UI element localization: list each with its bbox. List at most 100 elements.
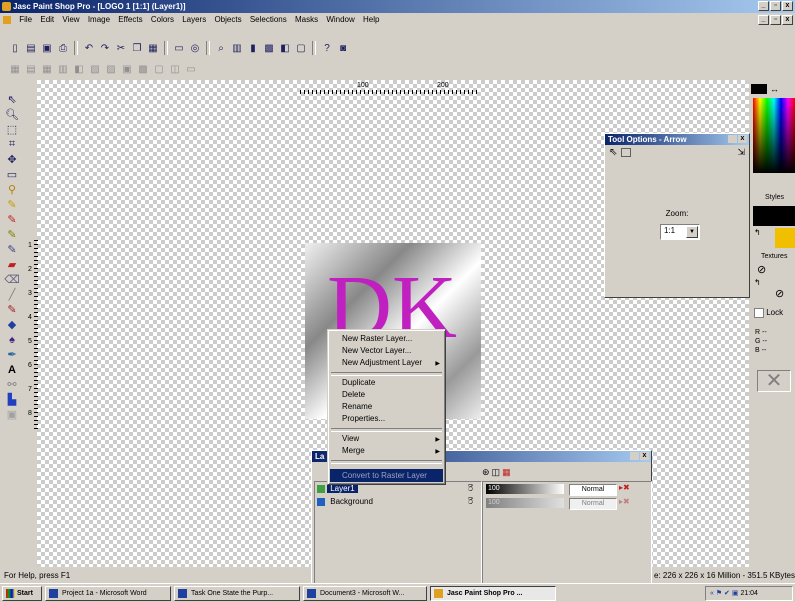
menu-objects[interactable]: Objects (211, 13, 244, 26)
close-button[interactable]: x (782, 1, 793, 11)
visibility-icon[interactable]: රි (468, 497, 473, 507)
object-selector-icon[interactable]: ⚯ (4, 377, 20, 392)
script-tool-icon[interactable]: ▣ (4, 407, 20, 422)
visibility-icon[interactable]: රි (468, 484, 473, 494)
palette-collapse-icon[interactable]: ⇲ (737, 147, 745, 158)
opacity-slider[interactable]: 100 (486, 498, 564, 508)
menu-item-new-vector-layer[interactable]: New Vector Layer... (342, 345, 411, 357)
restore-button[interactable]: ▫ (770, 1, 781, 11)
menu-edit[interactable]: Edit (37, 13, 57, 26)
menu-colors[interactable]: Colors (148, 13, 177, 26)
minimize-button[interactable]: _ (758, 1, 769, 11)
dropper-tool-icon[interactable]: ⚲ (4, 182, 20, 197)
text-tool-icon[interactable]: A (4, 362, 20, 377)
menu-masks[interactable]: Masks (292, 13, 321, 26)
help-icon[interactable]: ? (320, 41, 334, 55)
shape-selection-icon[interactable]: ▭ (4, 167, 20, 182)
foreground-swatch[interactable] (751, 84, 767, 94)
paste-icon[interactable]: ▦ (146, 41, 160, 55)
mask-link-icon[interactable]: ▸✖ (619, 497, 630, 506)
arrow-tool-icon[interactable]: ⇖ (4, 92, 20, 107)
flood-fill-icon[interactable]: ◆ (4, 317, 20, 332)
picture-tube-icon[interactable]: ╱ (4, 287, 20, 302)
palette-pin-button[interactable] (728, 135, 737, 143)
toolbar-icon[interactable]: ▭ (184, 63, 198, 77)
tool-options-titlebar[interactable]: Tool Options - Arrow x (605, 134, 749, 145)
preset-shape-icon[interactable]: ♠ (4, 332, 20, 347)
copy-icon[interactable]: ❐ (130, 41, 144, 55)
menu-item-convert-to-raster-layer[interactable]: Convert to Raster Layer (330, 469, 443, 482)
move-tool-icon[interactable]: ✥ (4, 152, 20, 167)
cut-icon[interactable]: ✂ (114, 41, 128, 55)
menu-effects[interactable]: Effects (115, 13, 145, 26)
color-swap-icon[interactable]: ▙ (4, 392, 20, 407)
toolbar-icon[interactable]: ▧ (88, 63, 102, 77)
taskbar-item-word-project[interactable]: Project 1a - Microsoft Word (45, 586, 171, 601)
taskbar-item-document3[interactable]: Document3 - Microsoft W... (303, 586, 427, 601)
zoom-select[interactable]: 1:1 ▼ (660, 224, 700, 240)
menu-item-new-adjustment-layer[interactable]: New Adjustment Layer ▶ (328, 357, 445, 369)
print-icon[interactable]: ⎙ (56, 41, 70, 55)
toolbar-icon[interactable]: ◫ (168, 63, 182, 77)
options-tab-icon[interactable] (621, 148, 631, 157)
menu-window[interactable]: Window (323, 13, 357, 26)
palette-close-button[interactable]: x (640, 452, 649, 460)
foreground-style-swatch[interactable] (753, 206, 795, 226)
arrow-tool-icon[interactable]: ⇖ (609, 147, 617, 158)
toolbar-icon[interactable]: ▤ (24, 63, 38, 77)
undo-icon[interactable]: ↶ (82, 41, 96, 55)
toolbar-icon[interactable]: ▣ (120, 63, 134, 77)
new-icon[interactable]: ▯ (8, 41, 22, 55)
scratch-remover-icon[interactable]: ▰ (4, 257, 20, 272)
doc-restore-button[interactable]: ▫ (770, 15, 781, 25)
toolbar-icon[interactable]: ▩ (136, 63, 150, 77)
toolbar-icon[interactable]: ▦ (40, 63, 54, 77)
menu-file[interactable]: File (16, 13, 35, 26)
layer-lock-tab-icon[interactable]: ◫ (492, 467, 501, 478)
menu-item-rename[interactable]: Rename (342, 401, 372, 413)
pen-tool-icon[interactable]: ✒ (4, 347, 20, 362)
airbrush-tool-icon[interactable]: ✎ (4, 302, 20, 317)
toolbar-icon[interactable]: ▥ (56, 63, 70, 77)
doc-minimize-button[interactable]: _ (758, 15, 769, 25)
dropdown-arrow-icon[interactable]: ▼ (686, 226, 698, 238)
lock-checkbox[interactable]: Lock (754, 308, 783, 318)
background-style-swatch[interactable] (775, 228, 795, 248)
save-icon[interactable]: ▣ (40, 41, 54, 55)
toggle-histogram-icon[interactable]: ▮ (246, 41, 260, 55)
transparent-swatch-icon[interactable]: ✕ (757, 370, 791, 392)
palette-close-button[interactable]: x (738, 135, 747, 143)
blend-mode-select[interactable]: Normal (569, 498, 617, 510)
toolbar-icon[interactable]: ▨ (104, 63, 118, 77)
crop-tool-icon[interactable]: ⌗ (4, 137, 20, 152)
mask-link-icon[interactable]: ▸✖ (619, 483, 630, 492)
layer-row-background[interactable]: Background රි (317, 497, 475, 508)
toolbar-icon[interactable]: ◧ (72, 63, 86, 77)
menu-help[interactable]: Help (360, 13, 382, 26)
toggle-overview-icon[interactable]: ▩ (262, 41, 276, 55)
menu-item-new-raster-layer[interactable]: New Raster Layer... (342, 333, 412, 345)
layer-row-layer1[interactable]: Layer1 රි (317, 484, 475, 495)
browse-icon[interactable]: ▭ (172, 41, 186, 55)
color-picker-spectrum[interactable] (753, 98, 795, 173)
taskbar-item-task-one[interactable]: Task One State the Purp... (174, 586, 300, 601)
doc-close-button[interactable]: x (782, 15, 793, 25)
menu-selections[interactable]: Selections (247, 13, 290, 26)
clone-tool-icon[interactable]: ✎ (4, 212, 20, 227)
eraser-tool-icon[interactable]: ⌫ (4, 272, 20, 287)
start-button[interactable]: Start (2, 586, 42, 601)
layer-group-tab-icon[interactable]: ▦ (502, 467, 511, 478)
selection-tool-icon[interactable]: ⬚ (4, 122, 20, 137)
tray-icons[interactable]: « ⚑ ✔ ▣ (710, 590, 740, 597)
toolbar-icon[interactable]: ▦ (8, 63, 22, 77)
retouch-tool-icon[interactable]: ✎ (4, 242, 20, 257)
toggle-tool-options-icon[interactable]: ⌕ (214, 41, 228, 55)
swap-colors-icon[interactable]: ↔ (770, 84, 779, 94)
toolbar-icon[interactable]: ▢ (152, 63, 166, 77)
menu-image[interactable]: Image (85, 13, 113, 26)
menu-item-duplicate[interactable]: Duplicate (342, 377, 375, 389)
toggle-palette-icon[interactable]: ▥ (230, 41, 244, 55)
toggle-layers-icon[interactable]: ◧ (278, 41, 292, 55)
paintbrush-tool-icon[interactable]: ✎ (4, 197, 20, 212)
opacity-slider[interactable]: 100 (486, 484, 564, 494)
